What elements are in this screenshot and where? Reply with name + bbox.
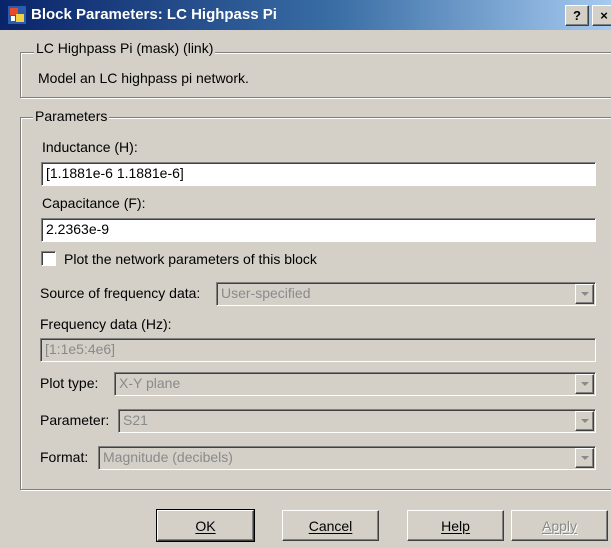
ok-button-label: OK	[195, 517, 216, 534]
source-frequency-label: Source of frequency data:	[40, 285, 201, 301]
cancel-button-label: Cancel	[308, 517, 353, 534]
plot-type-label: Plot type:	[40, 375, 99, 391]
plot-type-select[interactable]: X-Y plane	[114, 372, 596, 396]
inductance-field[interactable]: [1.1881e-6 1.1881e-6]	[41, 162, 596, 186]
ok-button[interactable]: OK	[156, 509, 255, 542]
plot-type-value: X-Y plane	[119, 375, 181, 391]
source-frequency-value: User-specified	[221, 285, 311, 301]
chevron-down-icon[interactable]	[575, 448, 594, 468]
cancel-button[interactable]: Cancel	[282, 510, 379, 541]
frequency-data-label: Frequency data (Hz):	[40, 316, 172, 332]
window-title: Block Parameters: LC Highpass Pi	[31, 6, 277, 23]
frequency-data-field[interactable]: [1:1e5:4e6]	[40, 338, 596, 362]
title-help-button[interactable]: ?	[565, 5, 589, 26]
capacitance-field[interactable]: 2.2363e-9	[41, 218, 596, 242]
plot-parameters-checkbox[interactable]	[41, 251, 56, 266]
help-button-label: Help	[441, 517, 470, 534]
mask-description: Model an LC highpass pi network.	[38, 70, 249, 86]
format-select[interactable]: Magnitude (decibels)	[98, 446, 596, 470]
parameter-value: S21	[123, 412, 148, 428]
parameter-select[interactable]: S21	[118, 409, 596, 433]
chevron-down-icon[interactable]	[575, 284, 594, 304]
simulink-block-icon	[8, 6, 26, 24]
format-label: Format:	[40, 449, 89, 465]
source-frequency-select[interactable]: User-specified	[216, 282, 596, 306]
parameters-group-legend: Parameters	[33, 108, 110, 124]
apply-button-label: Apply	[541, 517, 578, 534]
format-value: Magnitude (decibels)	[103, 449, 233, 465]
mask-group-legend: LC Highpass Pi (mask) (link)	[34, 40, 216, 56]
chevron-down-icon[interactable]	[575, 374, 594, 394]
apply-button[interactable]: Apply	[511, 510, 608, 541]
plot-parameters-label: Plot the network parameters of this bloc…	[64, 251, 317, 267]
capacitance-label: Capacitance (F):	[42, 195, 146, 211]
help-button[interactable]: Help	[407, 510, 504, 541]
parameter-label: Parameter:	[40, 412, 110, 428]
title-bar: Block Parameters: LC Highpass Pi ? ×	[0, 0, 611, 30]
inductance-label: Inductance (H):	[42, 139, 138, 155]
close-button[interactable]: ×	[592, 5, 611, 26]
chevron-down-icon[interactable]	[575, 411, 594, 431]
